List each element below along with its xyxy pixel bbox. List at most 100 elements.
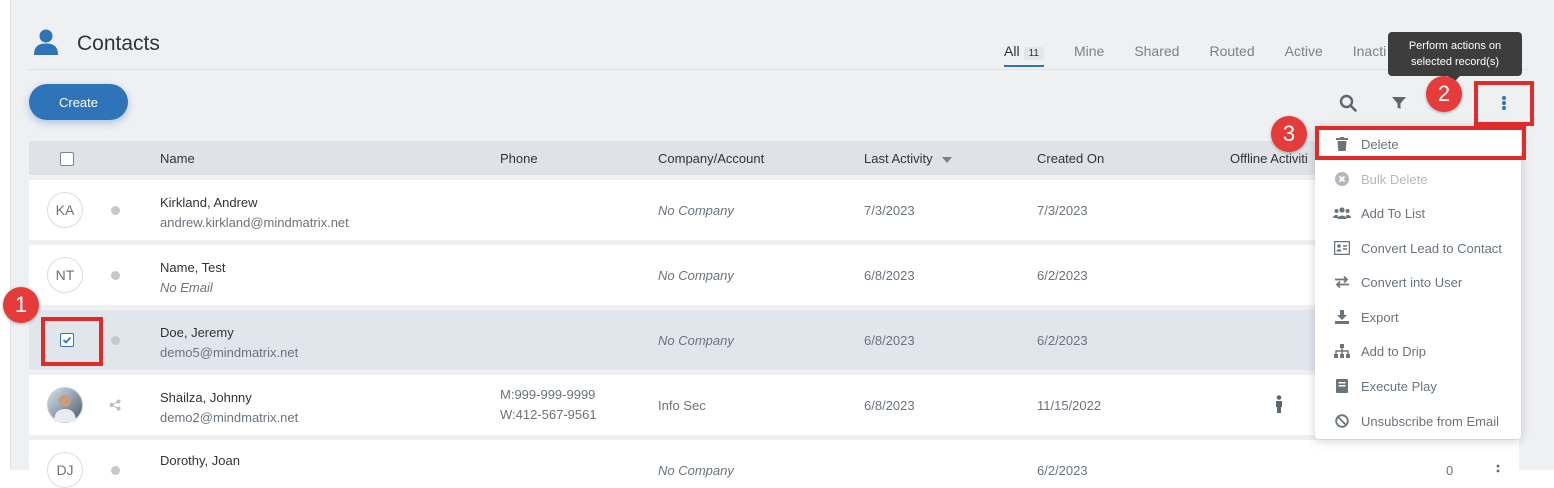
company-cell: No Company xyxy=(658,203,734,218)
tab-inactive[interactable]: Inacti xyxy=(1353,43,1386,67)
menu-item-label: Convert Lead to Contact xyxy=(1361,240,1502,256)
table-row[interactable]: NT Name, Test No Email No Company 6/8/20… xyxy=(29,245,1519,305)
contact-email: demo5@mindmatrix.net xyxy=(160,345,299,360)
menu-item-label: Convert into User xyxy=(1361,274,1463,290)
column-created-on[interactable]: Created On xyxy=(1037,151,1104,166)
select-all-checkbox[interactable] xyxy=(60,152,74,166)
phone-mobile-cell: M:999-999-9999 xyxy=(500,387,596,402)
filter-tabs: All 11 Mine Shared Routed Active Inacti xyxy=(1004,43,1416,67)
tab-active[interactable]: Active xyxy=(1285,43,1323,67)
avatar: NT xyxy=(47,257,83,293)
menu-item-export[interactable]: Export xyxy=(1315,302,1521,332)
callout-box-kebab xyxy=(1474,81,1534,126)
tab-all[interactable]: All 11 xyxy=(1004,43,1044,67)
menu-item-label: Add To List xyxy=(1361,205,1426,221)
phone-work-cell: W:412-567-9561 xyxy=(500,407,597,422)
status-dot xyxy=(111,206,120,215)
contact-name[interactable]: Kirkland, Andrew xyxy=(160,195,258,210)
menu-item-unsubscribe[interactable]: Unsubscribe from Email xyxy=(1315,406,1521,436)
person-icon xyxy=(34,29,58,55)
book-icon xyxy=(1333,377,1351,395)
avatar: KA xyxy=(47,192,83,228)
created-on-cell: 6/2/2023 xyxy=(1037,463,1088,478)
menu-item-bulk-delete[interactable]: Bulk Delete xyxy=(1315,164,1521,194)
company-cell: No Company xyxy=(658,333,734,348)
menu-item-label: Add to Drip xyxy=(1361,343,1427,359)
last-activity-cell: 6/8/2023 xyxy=(864,333,915,348)
convert-icon xyxy=(1333,239,1351,257)
callout-box-checkbox xyxy=(41,317,103,366)
actions-menu: Delete Bulk Delete Add To List Convert L… xyxy=(1315,126,1521,439)
tab-shared[interactable]: Shared xyxy=(1134,43,1179,67)
share-icon xyxy=(109,399,121,411)
contact-name[interactable]: Dorothy, Joan xyxy=(160,453,240,468)
table-row[interactable]: DJ Dorothy, Joan No Company 6/2/2023 0 xyxy=(29,440,1519,488)
menu-item-label: Execute Play xyxy=(1361,378,1437,394)
contact-name[interactable]: Name, Test xyxy=(160,260,226,275)
created-on-cell: 7/3/2023 xyxy=(1037,203,1088,218)
sort-desc-icon xyxy=(942,157,953,163)
status-dot xyxy=(111,336,120,345)
menu-item-label: Bulk Delete xyxy=(1361,171,1428,187)
x-circle-icon xyxy=(1333,170,1351,188)
ban-icon xyxy=(1333,412,1351,430)
tooltip-line-1: Perform actions on xyxy=(1408,40,1502,52)
last-activity-cell: 6/8/2023 xyxy=(864,398,915,413)
table-row-selected[interactable]: Doe, Jeremy demo5@mindmatrix.net No Comp… xyxy=(29,310,1519,370)
tab-routed[interactable]: Routed xyxy=(1209,43,1254,67)
contact-email: andrew.kirkland@mindmatrix.net xyxy=(160,215,349,230)
callout-badge-3: 3 xyxy=(1271,116,1307,152)
callout-badge-2: 2 xyxy=(1426,76,1462,112)
column-name[interactable]: Name xyxy=(160,151,195,166)
column-phone[interactable]: Phone xyxy=(500,151,538,166)
company-cell: No Company xyxy=(658,268,734,283)
contact-email: No Email xyxy=(160,280,213,295)
tab-all-label: All xyxy=(1004,43,1020,59)
actions-tooltip: Perform actions on selected record(s) xyxy=(1388,32,1522,82)
avatar: DJ xyxy=(47,452,83,488)
tooltip-line-2: selected record(s) xyxy=(1410,56,1500,68)
status-dot xyxy=(111,466,120,475)
tab-all-count: 11 xyxy=(1023,47,1044,60)
contact-name[interactable]: Shailza, Johnny xyxy=(160,390,252,405)
table-row[interactable]: KA Kirkland, Andrew andrew.kirkland@mind… xyxy=(29,180,1519,240)
tab-mine[interactable]: Mine xyxy=(1074,43,1104,67)
menu-item-convert-lead[interactable]: Convert Lead to Contact xyxy=(1315,233,1521,263)
search-icon xyxy=(1339,94,1357,112)
callout-badge-1: 1 xyxy=(3,287,39,323)
avatar-photo xyxy=(47,387,83,423)
status-dot xyxy=(111,271,120,280)
menu-item-convert-user[interactable]: Convert into User xyxy=(1315,267,1521,297)
created-on-cell: 11/15/2022 xyxy=(1037,398,1102,413)
swap-icon xyxy=(1333,273,1351,291)
filter-button[interactable] xyxy=(1388,92,1410,114)
filter-icon xyxy=(1392,97,1406,109)
users-icon xyxy=(1333,204,1351,222)
menu-item-label: Export xyxy=(1361,309,1399,325)
menu-item-label: Unsubscribe from Email xyxy=(1361,413,1499,429)
header-divider xyxy=(28,69,1528,70)
company-cell: No Company xyxy=(658,463,734,478)
column-company[interactable]: Company/Account xyxy=(658,151,764,166)
sitemap-icon xyxy=(1333,342,1351,360)
contact-name[interactable]: Doe, Jeremy xyxy=(160,325,234,340)
column-last-activity[interactable]: Last Activity xyxy=(864,151,953,166)
company-cell: Info Sec xyxy=(658,398,706,413)
menu-item-add-to-drip[interactable]: Add to Drip xyxy=(1315,336,1521,366)
created-on-cell: 6/2/2023 xyxy=(1037,333,1088,348)
menu-item-execute-play[interactable]: Execute Play xyxy=(1315,371,1521,401)
last-activity-cell: 7/3/2023 xyxy=(864,203,915,218)
callout-box-delete xyxy=(1315,126,1526,160)
row-kebab-icon[interactable] xyxy=(1496,464,1500,474)
column-last-activity-label: Last Activity xyxy=(864,151,933,166)
contact-email: demo2@mindmatrix.net xyxy=(160,410,299,425)
page-header: Contacts All 11 Mine Shared Routed Active… xyxy=(0,0,1554,70)
search-button[interactable] xyxy=(1337,92,1359,114)
page-title: Contacts xyxy=(77,32,160,55)
column-offline-activities[interactable]: Offline Activiti xyxy=(1230,151,1308,166)
last-activity-cell: 6/8/2023 xyxy=(864,268,915,283)
created-on-cell: 6/2/2023 xyxy=(1037,268,1088,283)
table-row[interactable]: Shailza, Johnny demo2@mindmatrix.net M:9… xyxy=(29,375,1519,435)
create-button[interactable]: Create xyxy=(29,84,128,120)
menu-item-add-to-list[interactable]: Add To List xyxy=(1315,198,1521,228)
